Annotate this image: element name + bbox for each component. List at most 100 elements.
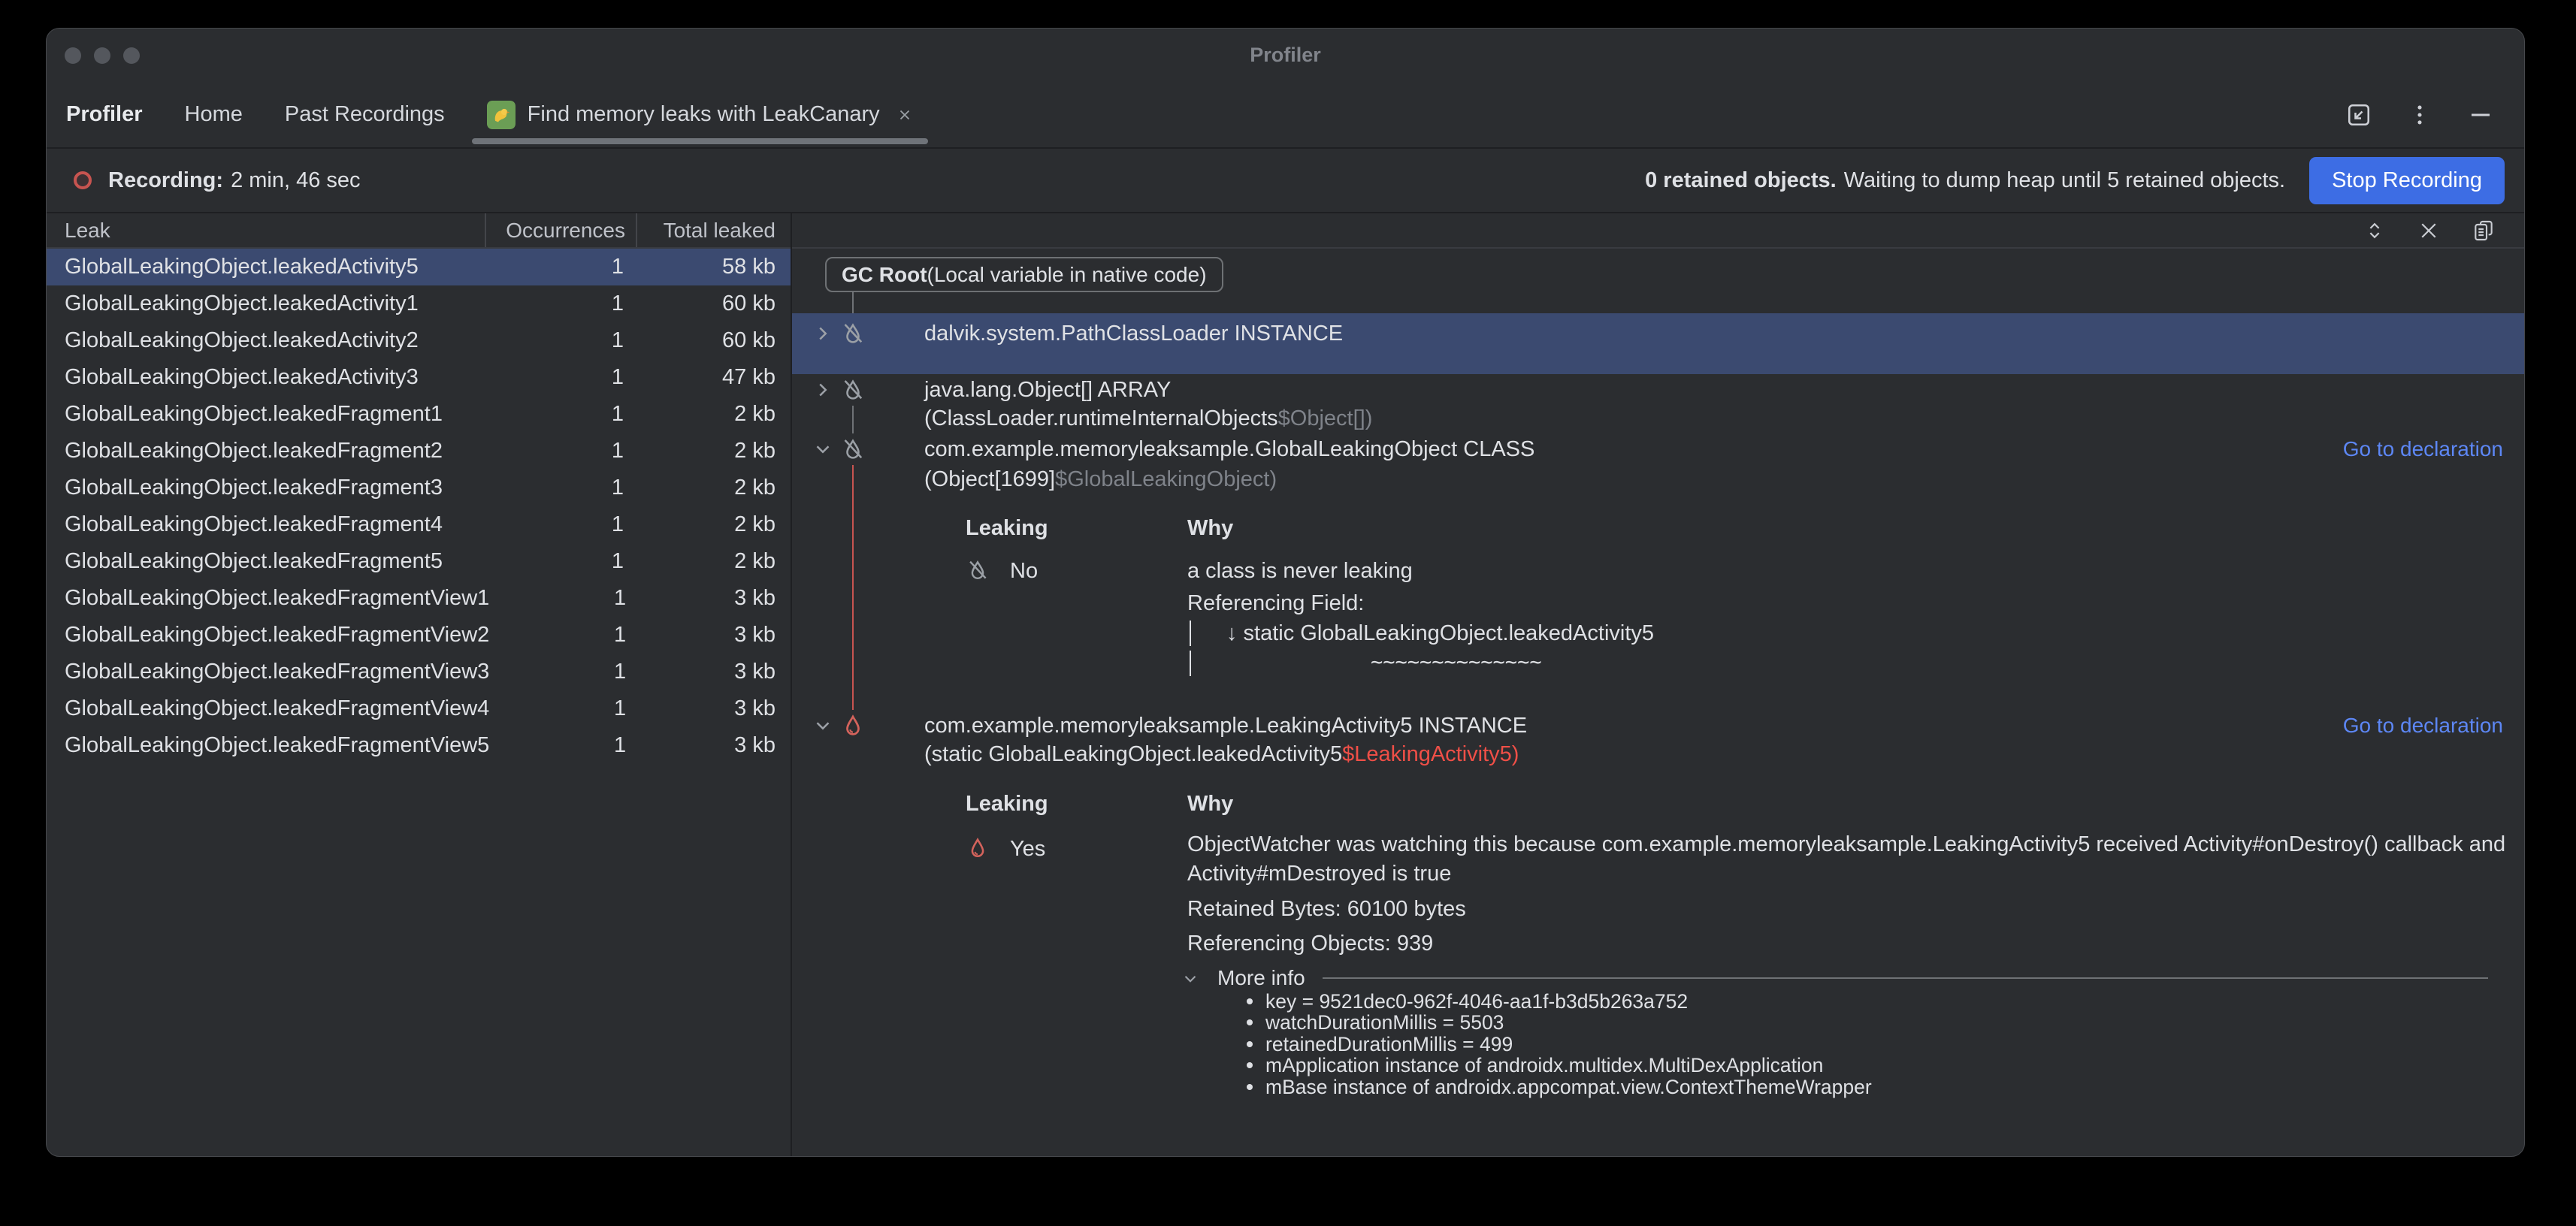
close-panel-icon[interactable] — [2417, 219, 2440, 242]
leak-total-leaked: 60 kb — [636, 291, 791, 316]
leak-total-leaked: 2 kb — [636, 439, 791, 464]
go-to-declaration-link[interactable]: Go to declaration — [2343, 434, 2503, 464]
not-leaking-icon — [962, 554, 993, 586]
leak-table-row[interactable]: GlobalLeakingObject.leakedActivity1 1 60… — [47, 285, 791, 322]
zoom-window-button[interactable] — [123, 47, 140, 64]
leak-table-row[interactable]: GlobalLeakingObject.leakedFragmentView2 … — [47, 617, 791, 654]
leak-occurrences: 1 — [485, 365, 636, 390]
expand-chevron-right-icon[interactable] — [810, 377, 836, 403]
leak-occurrences: 1 — [485, 549, 636, 574]
leak-name: GlobalLeakingObject.leakedFragment5 — [47, 549, 485, 574]
leak-table-row[interactable]: GlobalLeakingObject.leakedFragmentView4 … — [47, 690, 791, 727]
node-globalleakingobject[interactable]: com.example.memoryleaksample.GlobalLeaki… — [924, 434, 1534, 464]
leak-occurrences: 1 — [485, 439, 636, 464]
ref-guide-bar — [1190, 651, 1191, 676]
close-window-button[interactable] — [65, 47, 81, 64]
go-to-declaration-link[interactable]: Go to declaration — [2343, 711, 2503, 741]
tab-bar: Profiler Home Past Recordings Find memor… — [47, 82, 2524, 149]
leak-total-leaked: 47 kb — [636, 365, 791, 390]
leak-table-row[interactable]: GlobalLeakingObject.leakedActivity2 1 60… — [47, 322, 791, 359]
leak-table-row[interactable]: GlobalLeakingObject.leakedFragment4 1 2 … — [47, 506, 791, 543]
tab-close-icon[interactable] — [896, 107, 913, 123]
leaking-header: Leaking — [966, 513, 1048, 543]
column-header-occurrences[interactable]: Occurrences — [485, 213, 636, 247]
not-leaking-icon — [837, 318, 869, 349]
leak-table-row[interactable]: GlobalLeakingObject.leakedFragment5 1 2 … — [47, 543, 791, 580]
profiler-window: Profiler Profiler Home Past Recordings F… — [46, 28, 2525, 1157]
leak-total-leaked: 2 kb — [636, 549, 791, 574]
gc-root-kind: (Local variable in native code) — [927, 263, 1207, 287]
node-object-array-detail: (ClassLoader.runtimeInternalObjects$Obje… — [924, 403, 1372, 433]
leak-name: GlobalLeakingObject.leakedFragment4 — [47, 512, 485, 537]
not-leaking-icon — [837, 433, 869, 465]
collapse-chevron-down-icon[interactable] — [810, 713, 836, 738]
leak-total-leaked: 3 kb — [638, 660, 791, 684]
node-leakingactivity5-detail: (static GlobalLeakingObject.leakedActivi… — [924, 739, 1519, 769]
leak-table-row[interactable]: GlobalLeakingObject.leakedFragmentView3 … — [47, 654, 791, 690]
tab-leakcanary[interactable]: Find memory leaks with LeakCanary — [487, 82, 913, 147]
collapse-chevron-down-icon[interactable] — [810, 436, 836, 462]
column-header-leak[interactable]: Leak — [47, 213, 485, 247]
tab-past-recordings[interactable]: Past Recordings — [285, 82, 445, 147]
leak-name: GlobalLeakingObject.leakedActivity1 — [47, 291, 485, 316]
more-info-item: mApplication instance of androidx.multid… — [1240, 1055, 1872, 1076]
main-content: Leak Occurrences Total leaked GlobalLeak… — [47, 213, 2524, 1156]
leak-total-leaked: 3 kb — [638, 696, 791, 721]
more-options-icon[interactable] — [2407, 102, 2432, 128]
referencing-objects: Referencing Objects: 939 — [1187, 929, 1433, 959]
tab-home[interactable]: Home — [185, 82, 243, 147]
leak-total-leaked: 60 kb — [636, 328, 791, 353]
column-header-total-leaked[interactable]: Total leaked — [636, 213, 791, 247]
leak-table-row[interactable]: GlobalLeakingObject.leakedFragment2 1 2 … — [47, 433, 791, 470]
leak-table-row[interactable]: GlobalLeakingObject.leakedFragment1 1 2 … — [47, 396, 791, 433]
leaking-header: Leaking — [966, 789, 1048, 819]
expand-collapse-all-icon[interactable] — [2363, 219, 2386, 242]
leak-name: GlobalLeakingObject.leakedFragmentView2 — [47, 623, 489, 648]
leaking-value: No — [1010, 556, 1038, 586]
tab-leakcanary-label: Find memory leaks with LeakCanary — [528, 102, 880, 127]
leak-total-leaked: 58 kb — [636, 255, 791, 279]
ref-guide-bar — [1190, 621, 1191, 646]
more-info-list: key = 9521dec0-962f-4046-aa1f-b3d5b263a7… — [1240, 991, 1872, 1098]
node-leakingactivity5[interactable]: com.example.memoryleaksample.LeakingActi… — [924, 711, 1527, 741]
leak-occurrences: 1 — [489, 733, 638, 758]
leaking-value: Yes — [1010, 834, 1045, 864]
retained-bytes: Retained Bytes: 60100 bytes — [1187, 894, 1466, 924]
more-info-label[interactable]: More info — [1217, 963, 1305, 993]
leak-occurrences: 1 — [485, 291, 636, 316]
leak-total-leaked: 3 kb — [638, 586, 791, 611]
leak-table-row[interactable]: GlobalLeakingObject.leakedActivity3 1 47… — [47, 359, 791, 396]
leak-occurrences: 1 — [489, 660, 638, 684]
node-object-array[interactable]: java.lang.Object[] ARRAY — [924, 375, 1171, 405]
copy-icon[interactable] — [2472, 219, 2496, 243]
leak-table-row[interactable]: GlobalLeakingObject.leakedFragment3 1 2 … — [47, 470, 791, 506]
recording-label: Recording: — [108, 168, 223, 193]
toolbar-actions — [2345, 101, 2494, 128]
leak-name: GlobalLeakingObject.leakedFragmentView4 — [47, 696, 489, 721]
referencing-field-line: ↓ static GlobalLeakingObject.leakedActiv… — [1226, 618, 1654, 648]
title-bar: Profiler — [47, 29, 2524, 82]
recording-bar: Recording: 2 min, 46 sec 0 retained obje… — [47, 149, 2524, 213]
dock-window-icon[interactable] — [2345, 101, 2372, 128]
leak-table-row[interactable]: GlobalLeakingObject.leakedFragmentView5 … — [47, 727, 791, 764]
stop-recording-button[interactable]: Stop Recording — [2309, 157, 2505, 204]
node-pathclassloader[interactable]: dalvik.system.PathClassLoader INSTANCE — [924, 319, 1343, 349]
more-info-chevron-down-icon[interactable] — [1180, 968, 1201, 989]
leak-name: GlobalLeakingObject.leakedFragmentView5 — [47, 733, 489, 758]
minimize-window-button[interactable] — [94, 47, 110, 64]
recording-indicator-icon — [74, 171, 92, 189]
leak-name: GlobalLeakingObject.leakedActivity2 — [47, 328, 485, 353]
why-header: Why — [1187, 789, 1233, 819]
leakcanary-icon — [487, 101, 516, 129]
leak-occurrences: 1 — [489, 623, 638, 648]
leak-name: GlobalLeakingObject.leakedFragment3 — [47, 476, 485, 500]
leak-table-row[interactable]: GlobalLeakingObject.leakedActivity5 1 58… — [47, 249, 791, 285]
leak-table-row[interactable]: GlobalLeakingObject.leakedFragmentView1 … — [47, 580, 791, 617]
leak-name: GlobalLeakingObject.leakedFragmentView3 — [47, 660, 489, 684]
why-text: a class is never leaking — [1187, 556, 1413, 586]
expand-chevron-right-icon[interactable] — [810, 321, 836, 346]
more-info-item: mBase instance of androidx.appcompat.vie… — [1240, 1077, 1872, 1098]
leak-total-leaked: 2 kb — [636, 402, 791, 427]
why-text-line2: Activity#mDestroyed is true — [1187, 859, 1451, 889]
hide-icon[interactable] — [2467, 101, 2494, 128]
